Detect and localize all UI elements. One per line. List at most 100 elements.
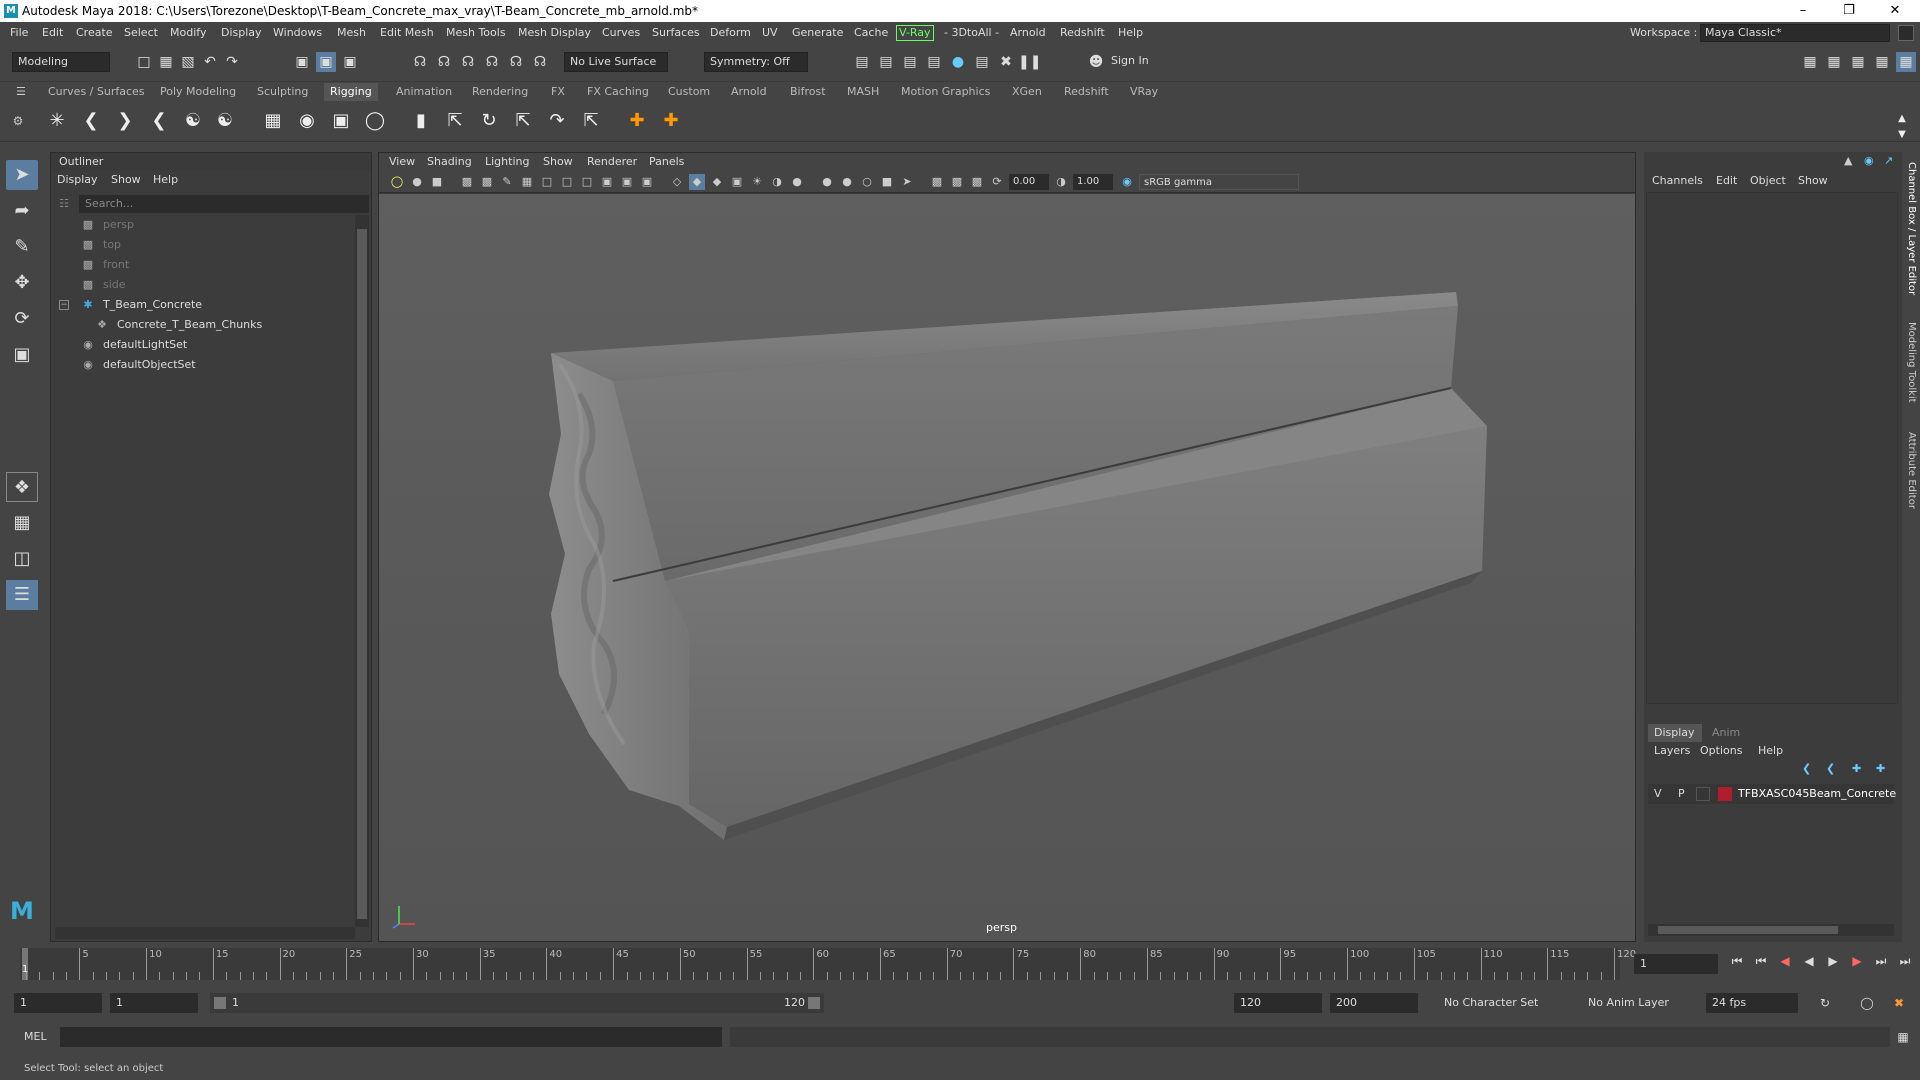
channel-box-pin-icon[interactable]: ▲ — [1844, 154, 1860, 168]
shelf-tab-animation[interactable]: Animation — [396, 85, 452, 98]
shadows-icon[interactable]: ◑ — [769, 174, 785, 190]
gate-mask-icon[interactable]: □ — [579, 174, 595, 190]
snap-surface-icon[interactable]: ☊ — [506, 52, 526, 72]
play-backward-icon[interactable]: ◀ — [1800, 952, 1818, 970]
shelf-tab-mash[interactable]: MASH — [847, 85, 879, 98]
playback-start-field[interactable]: 1 — [110, 993, 198, 1013]
step-back-key-icon[interactable]: ⏮ — [1752, 952, 1770, 970]
image-plane-icon[interactable]: ▩ — [459, 174, 475, 190]
outliner-hscrollbar[interactable] — [55, 927, 355, 939]
screen-space-ao-icon[interactable]: ● — [789, 174, 805, 190]
menu-3dtoall[interactable]: - 3DtoAll - — [944, 22, 999, 44]
viewport-menu-renderer[interactable]: Renderer — [587, 153, 637, 171]
grease-pencil-icon[interactable]: ✎ — [499, 174, 515, 190]
rotate-tool-icon[interactable]: ⟳ — [6, 304, 38, 334]
side-tab-channel-box[interactable]: Channel Box / Layer Editor — [1906, 162, 1917, 295]
minimize-icon[interactable]: – — [1780, 0, 1826, 22]
workspace-dropdown[interactable]: Maya Classic* — [1700, 24, 1890, 42]
camera-attributes-icon[interactable]: ● — [409, 174, 425, 190]
collapse-icon[interactable]: − — [59, 300, 69, 310]
menu-display[interactable]: Display — [221, 22, 262, 44]
wireframe-on-shaded-icon[interactable]: ◆ — [709, 174, 725, 190]
shelf-tab-arnold[interactable]: Arnold — [731, 85, 767, 98]
current-frame-field[interactable]: 1 — [1634, 954, 1718, 974]
scale-tool-icon[interactable]: ▣ — [6, 340, 38, 370]
motion-blur-icon[interactable]: ● — [819, 174, 835, 190]
snap-curve-icon[interactable]: ☊ — [434, 52, 454, 72]
xray-components-icon[interactable]: ▩ — [949, 174, 965, 190]
shelf-tab-fx-caching[interactable]: FX Caching — [587, 85, 649, 98]
shelf-tab-curves-surfaces[interactable]: Curves / Surfaces — [48, 85, 145, 98]
character-set-dropdown[interactable]: No Character Set — [1438, 993, 1570, 1013]
layer-menu-layers[interactable]: Layers — [1654, 742, 1690, 760]
attribute-editor-icon[interactable]: ▦ — [1824, 52, 1844, 72]
step-forward-key-icon[interactable]: ⏭ — [1872, 952, 1890, 970]
field-chart-icon[interactable]: ▣ — [599, 174, 615, 190]
sign-in-button[interactable]: Sign In — [1106, 52, 1198, 72]
menu-windows[interactable]: Windows — [273, 22, 322, 44]
layer-menu-help[interactable]: Help — [1758, 742, 1783, 760]
modeling-toolkit-icon[interactable]: ▦ — [1800, 52, 1820, 72]
outliner-row-default-object-set[interactable]: ◉ defaultObjectSet — [51, 355, 351, 375]
layer-color-swatch[interactable] — [1718, 787, 1732, 801]
viewport-menu-show[interactable]: Show — [543, 153, 573, 171]
fps-dropdown[interactable]: 24 fps — [1706, 993, 1798, 1013]
outliner-row-default-light-set[interactable]: ◉ defaultLightSet — [51, 335, 351, 355]
shelf-tab-redshift[interactable]: Redshift — [1064, 85, 1109, 98]
shelf-tab-rendering[interactable]: Rendering — [472, 85, 528, 98]
color-space-dropdown[interactable]: sRGB gamma — [1139, 174, 1299, 190]
live-surface-field[interactable]: No Live Surface — [564, 52, 668, 72]
outliner-search-input[interactable]: Search... — [79, 195, 369, 213]
resolution-gate-icon[interactable]: □ — [559, 174, 575, 190]
aim-constraint-icon[interactable]: ⇱ — [442, 108, 468, 134]
safe-title-icon[interactable]: ▣ — [639, 174, 655, 190]
redo-icon[interactable]: ↷ — [222, 52, 242, 72]
snap-pivot-icon[interactable]: ☊ — [530, 52, 550, 72]
command-input[interactable] — [60, 1027, 722, 1047]
menu-modify[interactable]: Modify — [170, 22, 206, 44]
textured-icon[interactable]: ▣ — [729, 174, 745, 190]
use-all-lights-icon[interactable]: ☀ — [749, 174, 765, 190]
menu-edit-mesh[interactable]: Edit Mesh — [380, 22, 434, 44]
lock-icon[interactable] — [1898, 25, 1914, 41]
start-time-field[interactable]: 1 — [14, 993, 102, 1013]
menu-uv[interactable]: UV — [762, 22, 778, 44]
anim-layer-dropdown[interactable]: No Anim Layer — [1582, 993, 1692, 1013]
four-view-layout-icon[interactable]: ▦ — [6, 508, 38, 538]
auto-key-icon[interactable]: ◯ — [1858, 994, 1876, 1012]
shelf-tab-custom[interactable]: Custom — [668, 85, 710, 98]
arnold-render-icon[interactable]: ✖ — [996, 52, 1016, 72]
viewport-menu-lighting[interactable]: Lighting — [485, 153, 529, 171]
render-region-icon[interactable]: ▤ — [972, 52, 992, 72]
side-tab-attribute-editor[interactable]: Attribute Editor — [1906, 432, 1917, 509]
shelf-tab-vray[interactable]: VRay — [1130, 85, 1158, 98]
step-forward-frame-icon[interactable]: ▶ — [1848, 952, 1866, 970]
select-component-icon[interactable]: ▣ — [340, 52, 360, 72]
bind-skin-icon[interactable]: ▦ — [260, 108, 286, 134]
outliner-layout-icon[interactable]: ☰ — [6, 580, 38, 610]
shelf-tab-poly-modeling[interactable]: Poly Modeling — [160, 85, 236, 98]
channel-box-icon[interactable]: ▦ — [1872, 52, 1892, 72]
range-bar[interactable]: 1 120 — [210, 993, 824, 1013]
outliner-menu-display[interactable]: Display — [57, 171, 98, 189]
orient-constraint-icon[interactable]: ↻ — [476, 108, 502, 134]
tool-settings-icon[interactable]: ▦ — [1848, 52, 1868, 72]
open-scene-icon[interactable]: ▦ — [156, 52, 176, 72]
menu-file[interactable]: File — [10, 22, 28, 44]
time-slider[interactable]: 1 5 10 15 20 25 30 35 40 45 50 55 60 65 70 75 80 85 90 95 1… — [0, 948, 1920, 980]
select-hierarchy-icon[interactable]: ▣ — [292, 52, 312, 72]
outliner-menu-show[interactable]: Show — [111, 171, 141, 189]
go-to-start-icon[interactable]: ⏮ — [1728, 952, 1746, 970]
menu-cache[interactable]: Cache — [854, 22, 888, 44]
locator-icon[interactable]: ✚ — [624, 108, 650, 134]
create-joint-icon[interactable]: ✳ — [44, 108, 70, 134]
color-management-icon[interactable]: ◉ — [1119, 174, 1135, 190]
scale-constraint-icon[interactable]: ⇱ — [510, 108, 536, 134]
shelf-tab-fx[interactable]: FX — [551, 85, 565, 98]
layer-move-up-icon[interactable]: ❮ — [1802, 762, 1818, 778]
anti-aliasing-icon[interactable]: ● — [839, 174, 855, 190]
wireframe-icon[interactable]: ◇ — [669, 174, 685, 190]
snap-point-icon[interactable]: ☊ — [458, 52, 478, 72]
isolate-select-icon[interactable]: ■ — [879, 174, 895, 190]
outliner-row-t-beam-concrete[interactable]: − ✱ T_Beam_Concrete — [51, 295, 351, 315]
